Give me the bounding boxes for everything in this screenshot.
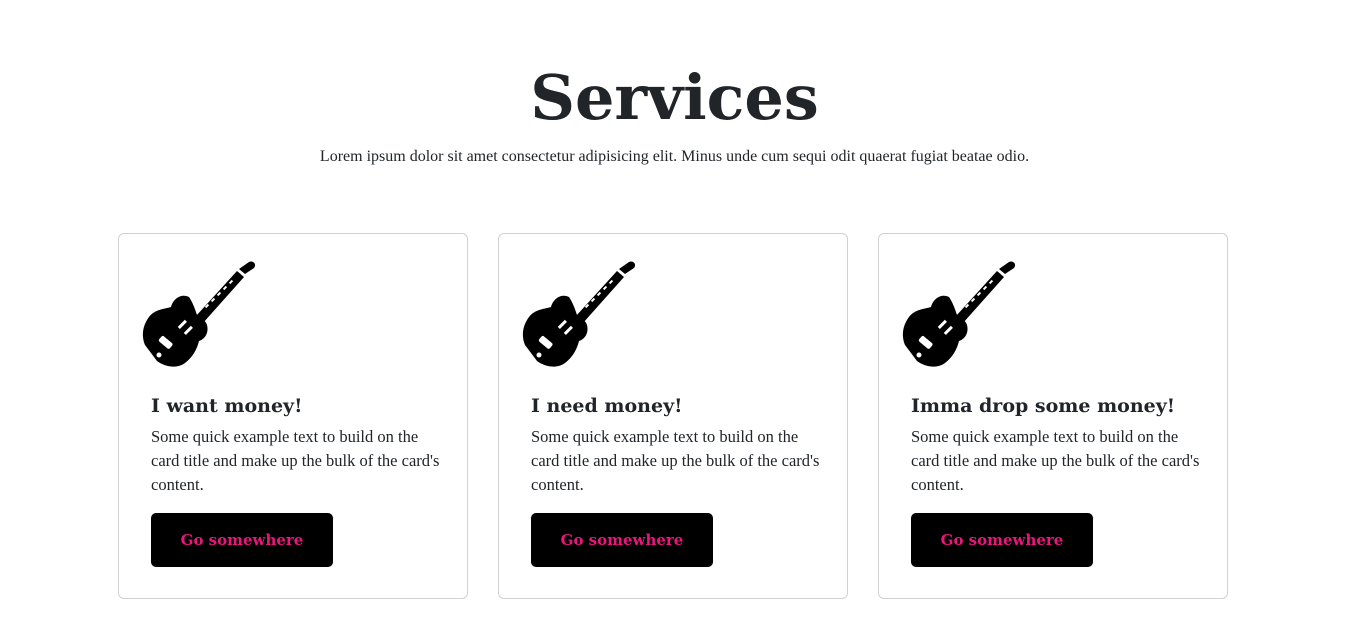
- card-title: Imma drop some money!: [911, 395, 1176, 417]
- card-text: Some quick example text to build on the …: [911, 427, 1200, 494]
- guitar-icon: [522, 261, 636, 367]
- service-card: Imma drop some money! Some quick example…: [878, 233, 1228, 599]
- guitar-icon: [142, 261, 256, 367]
- card-title: I want money!: [151, 395, 303, 417]
- card-text: Some quick example text to build on the …: [151, 427, 440, 494]
- go-somewhere-button[interactable]: Go somewhere: [531, 513, 713, 567]
- service-card: I need money! Some quick example text to…: [498, 233, 848, 599]
- page-subtitle: Lorem ipsum dolor sit amet consectetur a…: [319, 148, 1030, 165]
- services-section: Services Lorem ipsum dolor sit amet cons…: [0, 0, 1349, 632]
- card-title: I need money!: [531, 395, 683, 417]
- page-title: Services: [530, 61, 819, 134]
- guitar-icon: [902, 261, 1016, 367]
- card-text: Some quick example text to build on the …: [531, 427, 820, 494]
- service-card: I want money! Some quick example text to…: [118, 233, 468, 599]
- go-somewhere-button[interactable]: Go somewhere: [911, 513, 1093, 567]
- go-somewhere-button[interactable]: Go somewhere: [151, 513, 333, 567]
